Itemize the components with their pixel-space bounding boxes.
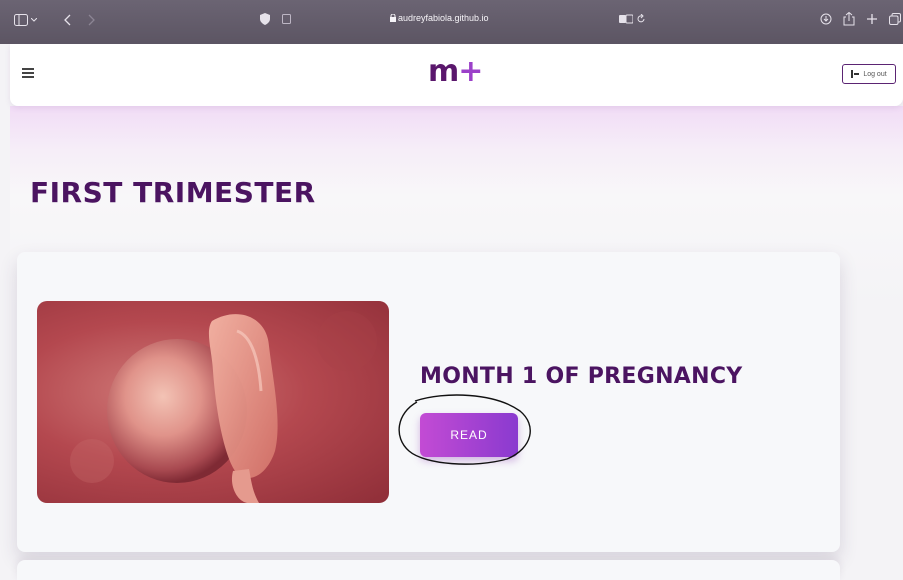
chevron-down-icon[interactable] bbox=[31, 18, 37, 22]
hamburger-menu-icon[interactable] bbox=[22, 68, 34, 80]
logo-letter: m bbox=[428, 54, 459, 89]
app-header: m+ Log out bbox=[10, 44, 903, 106]
page-title: FIRST TRIMESTER bbox=[30, 176, 316, 209]
address-bar-url[interactable]: audreyfabiola.github.io bbox=[398, 13, 489, 23]
forward-chevron-icon[interactable] bbox=[87, 14, 95, 26]
read-button[interactable]: READ bbox=[420, 413, 518, 457]
logout-label: Log out bbox=[863, 70, 887, 78]
tabs-icon[interactable] bbox=[889, 13, 901, 25]
share-icon[interactable] bbox=[843, 12, 855, 26]
sidebar-icon[interactable] bbox=[14, 14, 28, 26]
browser-toolbar: audreyfabiola.github.io bbox=[0, 0, 903, 44]
translate-icon[interactable] bbox=[619, 14, 633, 24]
logout-button[interactable]: Log out bbox=[842, 64, 896, 84]
logo-plus: + bbox=[458, 54, 483, 89]
next-card bbox=[17, 560, 840, 580]
shield-icon[interactable] bbox=[260, 13, 270, 25]
month-card: MONTH 1 OF PREGNANCY READ bbox=[17, 252, 840, 552]
card-title: MONTH 1 OF PREGNANCY bbox=[420, 364, 743, 389]
logout-icon bbox=[851, 70, 860, 78]
new-tab-icon[interactable] bbox=[867, 14, 877, 24]
brand-logo[interactable]: m+ bbox=[428, 54, 483, 89]
download-icon[interactable] bbox=[820, 13, 832, 25]
reload-icon[interactable] bbox=[636, 14, 646, 24]
fetus-embryo-image bbox=[37, 301, 389, 503]
back-chevron-icon[interactable] bbox=[64, 14, 72, 26]
page-icon[interactable] bbox=[282, 14, 291, 24]
lock-icon bbox=[390, 14, 396, 22]
